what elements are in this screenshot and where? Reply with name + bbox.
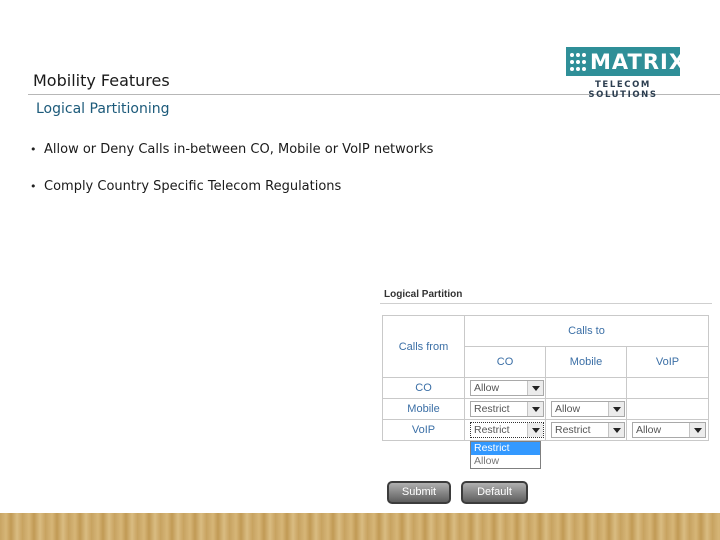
matrix-logo: MATRIX TELECOM SOLUTIONS <box>566 47 685 100</box>
bullet-item: • Allow or Deny Calls in-between CO, Mob… <box>30 142 433 179</box>
mobile-to-mobile-select[interactable]: Allow <box>551 401 625 417</box>
dropdown-arrow-icon[interactable] <box>527 381 543 395</box>
voip-to-voip-select[interactable]: Allow <box>632 422 706 438</box>
dropdown-arrow-icon[interactable] <box>608 402 624 416</box>
dropdown-arrow-icon[interactable] <box>689 423 705 437</box>
table-cell: Restrict <box>464 419 546 441</box>
voip-to-co-select[interactable]: Restrict <box>470 422 544 438</box>
logo-wordmark: MATRIX <box>590 49 687 74</box>
table-cell <box>545 377 627 399</box>
dropdown-arrow-icon[interactable] <box>608 423 624 437</box>
voip-to-mobile-select[interactable]: Restrict <box>551 422 625 438</box>
dropdown-list: Restrict Allow <box>470 441 541 469</box>
row-label-voip: VoIP <box>382 419 465 441</box>
table-cell: Restrict <box>464 398 546 420</box>
table-cell: Allow <box>545 398 627 420</box>
bullet-item: • Comply Country Specific Telecom Regula… <box>30 179 433 216</box>
logo-banner: MATRIX <box>566 47 685 76</box>
footer-bar <box>0 513 720 540</box>
dropdown-option-restrict[interactable]: Restrict <box>471 442 540 455</box>
submit-button[interactable]: Submit <box>387 481 451 504</box>
table-cell: Allow <box>626 419 709 441</box>
co-to-co-select[interactable]: Allow <box>470 380 544 396</box>
bullet-dot-icon: • <box>30 143 37 156</box>
row-label-co: CO <box>382 377 465 399</box>
dropdown-arrow-icon[interactable] <box>527 402 543 416</box>
mobile-to-co-select[interactable]: Restrict <box>470 401 544 417</box>
default-button[interactable]: Default <box>461 481 528 504</box>
row-label-mobile: Mobile <box>382 398 465 420</box>
partition-table: Calls from Calls to CO Mobile VoIP CO Al… <box>382 315 709 441</box>
bullet-text: Comply Country Specific Telecom Regulati… <box>44 179 342 194</box>
table-cell: Allow <box>464 377 546 399</box>
calls-to-header: Calls to <box>464 315 709 347</box>
column-header-co: CO <box>464 346 546 378</box>
slide-subtitle: Logical Partitioning <box>36 101 170 117</box>
table-cell <box>626 398 709 420</box>
column-header-mobile: Mobile <box>545 346 627 378</box>
logo-tagline: TELECOM SOLUTIONS <box>588 80 658 100</box>
dropdown-arrow-icon[interactable] <box>527 423 543 437</box>
table-row: Mobile Restrict Allow <box>382 398 709 420</box>
panel-title: Logical Partition <box>384 289 463 300</box>
bullet-text: Allow or Deny Calls in-between CO, Mobil… <box>44 142 434 157</box>
table-row: VoIP Restrict Restrict Allow <box>382 419 709 441</box>
slide-title: Mobility Features <box>33 71 170 90</box>
column-header-voip: VoIP <box>626 346 709 378</box>
table-row: CO Allow <box>382 377 709 399</box>
bullet-list: • Allow or Deny Calls in-between CO, Mob… <box>30 142 433 216</box>
bullet-dot-icon: • <box>30 180 37 193</box>
calls-from-header: Calls from <box>382 315 465 378</box>
panel-divider <box>380 303 712 304</box>
dropdown-option-allow[interactable]: Allow <box>471 455 540 468</box>
table-cell: Restrict <box>545 419 627 441</box>
table-cell <box>626 377 709 399</box>
logo-dots-icon <box>566 47 590 76</box>
